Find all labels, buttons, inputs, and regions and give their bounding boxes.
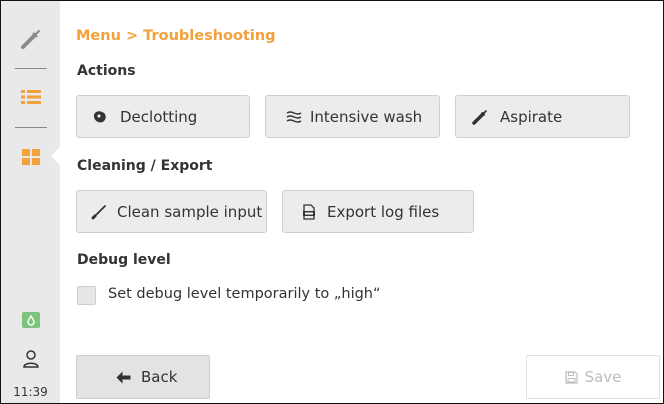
syringe-icon xyxy=(470,107,490,127)
debug-level-checkbox-label[interactable]: Set debug level temporarily to „high“ xyxy=(108,286,381,302)
sidebar: 11:39 xyxy=(1,1,60,403)
grid-icon[interactable] xyxy=(19,145,43,169)
sidebar-divider xyxy=(15,127,47,128)
active-nav-pointer xyxy=(51,147,60,165)
declotting-label: Declotting xyxy=(120,107,198,126)
section-title-cleaning: Cleaning / Export xyxy=(77,158,213,174)
clean-sample-input-button[interactable]: Clean sample input xyxy=(76,190,267,233)
drop-icon[interactable] xyxy=(19,308,43,332)
export-log-files-label: Export log files xyxy=(327,202,440,221)
log-file-icon xyxy=(299,202,319,222)
section-title-actions: Actions xyxy=(77,63,136,79)
back-label: Back xyxy=(141,368,178,386)
breadcrumb: Menu > Troubleshooting xyxy=(76,28,276,44)
user-icon[interactable] xyxy=(19,347,43,371)
save-label: Save xyxy=(584,368,622,386)
probe-icon xyxy=(89,202,109,222)
debug-level-checkbox[interactable] xyxy=(77,286,96,305)
intensive-wash-button[interactable]: Intensive wash xyxy=(265,95,440,138)
section-title-debug: Debug level xyxy=(77,252,171,268)
pipette-icon[interactable] xyxy=(19,27,43,51)
wash-icon xyxy=(284,107,304,127)
sidebar-divider xyxy=(15,68,47,69)
clot-icon xyxy=(90,107,110,127)
arrow-left-icon xyxy=(116,371,131,384)
clock: 11:39 xyxy=(13,385,48,399)
aspirate-button[interactable]: Aspirate xyxy=(455,95,630,138)
aspirate-label: Aspirate xyxy=(500,107,563,126)
export-log-files-button[interactable]: Export log files xyxy=(282,190,474,233)
intensive-wash-label: Intensive wash xyxy=(310,107,423,126)
floppy-icon xyxy=(564,370,578,384)
clean-sample-input-label: Clean sample input xyxy=(117,202,263,221)
back-button[interactable]: Back xyxy=(76,355,210,399)
declotting-button[interactable]: Declotting xyxy=(76,95,250,138)
list-icon[interactable] xyxy=(19,85,43,109)
save-button[interactable]: Save xyxy=(526,355,660,399)
